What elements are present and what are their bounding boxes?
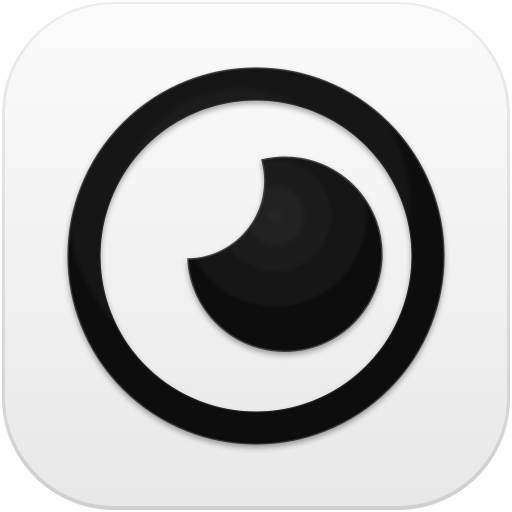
- app-icon-tile[interactable]: [0, 0, 512, 512]
- app-icon-stage: [0, 0, 512, 512]
